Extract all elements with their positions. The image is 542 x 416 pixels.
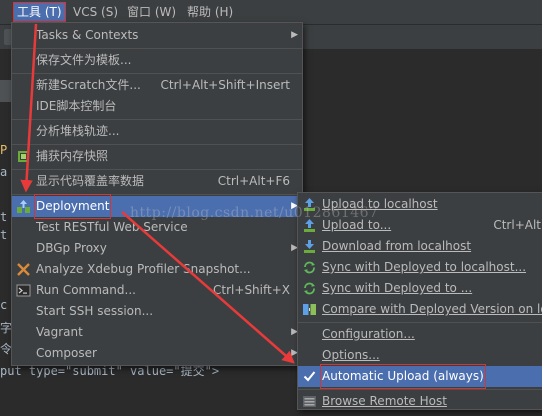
menu-item-shortcut: Ctrl+Shift+X bbox=[213, 283, 290, 297]
menu-item-label: Composer bbox=[36, 346, 97, 360]
submenu-item-sync-deployed[interactable]: Sync with Deployed to ... bbox=[298, 278, 542, 299]
code-fragment: c bbox=[0, 298, 8, 312]
submenu-item-label: Automatic Upload (always) bbox=[320, 364, 486, 389]
menu-vcs[interactable]: VCS (S) bbox=[70, 3, 121, 21]
submenu-item-compare-deployed[interactable]: Compare with Deployed Version on lo bbox=[298, 299, 542, 320]
menu-item-label: DBGp Proxy bbox=[36, 241, 107, 255]
submenu-item-automatic-upload[interactable]: Automatic Upload (always) bbox=[298, 364, 542, 389]
submenu-item-shortcut: Ctrl+Alt bbox=[493, 218, 541, 232]
separator bbox=[12, 144, 302, 145]
deployment-icon bbox=[16, 199, 31, 214]
menu-item-label: Analyze Xdebug Profiler Snapshot... bbox=[36, 262, 251, 276]
menu-item-xdebug-snapshot[interactable]: Analyze Xdebug Profiler Snapshot... bbox=[12, 259, 302, 280]
menu-item-label: Run Command... bbox=[36, 283, 136, 297]
blog-watermark: http://blog.csdn.net/u012861467 bbox=[130, 205, 379, 221]
menu-item-memory-snapshot[interactable]: 捕获内存快照 bbox=[12, 146, 302, 167]
menu-item-label: 保存文件为模板... bbox=[36, 53, 132, 67]
separator bbox=[12, 73, 302, 74]
submenu-item-label: Configuration... bbox=[322, 327, 415, 341]
compare-icon bbox=[302, 302, 317, 317]
menu-item-vagrant[interactable]: Vagrant ▶ bbox=[12, 322, 302, 343]
run-command-icon bbox=[16, 283, 31, 298]
editor-tab-stub[interactable] bbox=[0, 80, 11, 102]
submenu-item-options[interactable]: Options... bbox=[298, 345, 542, 366]
menu-item-new-scratch[interactable]: 新建Scratch文件... Ctrl+Alt+Shift+Insert bbox=[12, 75, 302, 96]
code-fragment: t bbox=[0, 210, 8, 224]
menu-item-start-ssh[interactable]: Start SSH session... bbox=[12, 301, 302, 322]
separator bbox=[298, 322, 542, 323]
menu-item-label: 新建Scratch文件... bbox=[36, 78, 141, 92]
menu-item-tasks-contexts[interactable]: Tasks & Contexts ▶ bbox=[12, 25, 302, 46]
separator bbox=[12, 169, 302, 170]
code-fragment: t bbox=[0, 228, 8, 242]
submenu-item-label: Browse Remote Host bbox=[322, 394, 447, 408]
menu-item-ide-console[interactable]: IDE脚本控制台 bbox=[12, 96, 302, 117]
code-fragment: P bbox=[0, 143, 8, 157]
menu-item-composer[interactable]: Composer ▶ bbox=[12, 343, 302, 364]
submenu-item-label: Options... bbox=[322, 348, 380, 362]
deployment-submenu: Upload to localhost Upload to... Ctrl+Al… bbox=[297, 192, 542, 410]
menu-item-label: 分析堆栈轨迹... bbox=[36, 124, 120, 138]
menu-item-label: Vagrant bbox=[36, 325, 83, 339]
separator bbox=[12, 48, 302, 49]
submenu-arrow-icon: ▶ bbox=[291, 30, 298, 40]
tools-menu: Tasks & Contexts ▶ 保存文件为模板... 新建Scratch文… bbox=[11, 22, 303, 366]
menu-help[interactable]: 帮助 (H) bbox=[184, 3, 236, 21]
menu-window[interactable]: 窗口 (W) bbox=[124, 3, 179, 21]
menu-item-dbgp-proxy[interactable]: DBGp Proxy ▶ bbox=[12, 238, 302, 259]
submenu-item-sync-localhost[interactable]: Sync with Deployed to localhost... bbox=[298, 257, 542, 278]
separator bbox=[12, 119, 302, 120]
menu-tools[interactable]: 工具 (T) bbox=[13, 2, 66, 22]
submenu-item-configuration[interactable]: Configuration... bbox=[298, 324, 542, 345]
menu-item-label: Deployment bbox=[33, 194, 112, 219]
menu-item-label: IDE脚本控制台 bbox=[36, 99, 117, 113]
menu-item-code-coverage[interactable]: 显示代码覆盖率数据 Ctrl+Alt+F6 bbox=[12, 171, 302, 192]
check-icon bbox=[302, 369, 317, 384]
menu-item-shortcut: Ctrl+Alt+F6 bbox=[217, 174, 290, 188]
menu-item-label: Tasks & Contexts bbox=[36, 28, 139, 42]
menu-item-label: 显示代码覆盖率数据 bbox=[36, 174, 145, 188]
menu-item-analyze-stacktrace[interactable]: 分析堆栈轨迹... bbox=[12, 121, 302, 142]
menu-item-shortcut: Ctrl+Alt+Shift+Insert bbox=[160, 78, 290, 92]
separator bbox=[12, 194, 302, 195]
menu-item-label: Start SSH session... bbox=[36, 304, 154, 318]
submenu-item-label: Sync with Deployed to localhost... bbox=[322, 260, 527, 274]
submenu-item-label: Download from localhost bbox=[322, 239, 472, 253]
submenu-item-label: Compare with Deployed Version on lo bbox=[322, 302, 542, 316]
browse-remote-icon bbox=[302, 394, 317, 409]
menu-item-label: 捕获内存快照 bbox=[36, 149, 109, 163]
separator bbox=[298, 389, 542, 390]
submenu-item-label: Sync with Deployed to ... bbox=[322, 281, 473, 295]
download-icon bbox=[302, 239, 317, 254]
memory-snapshot-icon bbox=[16, 149, 31, 164]
sync-icon bbox=[302, 260, 317, 275]
code-fragment: a bbox=[0, 165, 8, 179]
xdebug-icon bbox=[16, 262, 31, 277]
menu-item-save-template[interactable]: 保存文件为模板... bbox=[12, 50, 302, 71]
submenu-item-browse-remote[interactable]: Browse Remote Host bbox=[298, 391, 542, 412]
sync-icon bbox=[302, 281, 317, 296]
menu-item-run-command[interactable]: Run Command... Ctrl+Shift+X bbox=[12, 280, 302, 301]
submenu-item-download-localhost[interactable]: Download from localhost bbox=[298, 236, 542, 257]
